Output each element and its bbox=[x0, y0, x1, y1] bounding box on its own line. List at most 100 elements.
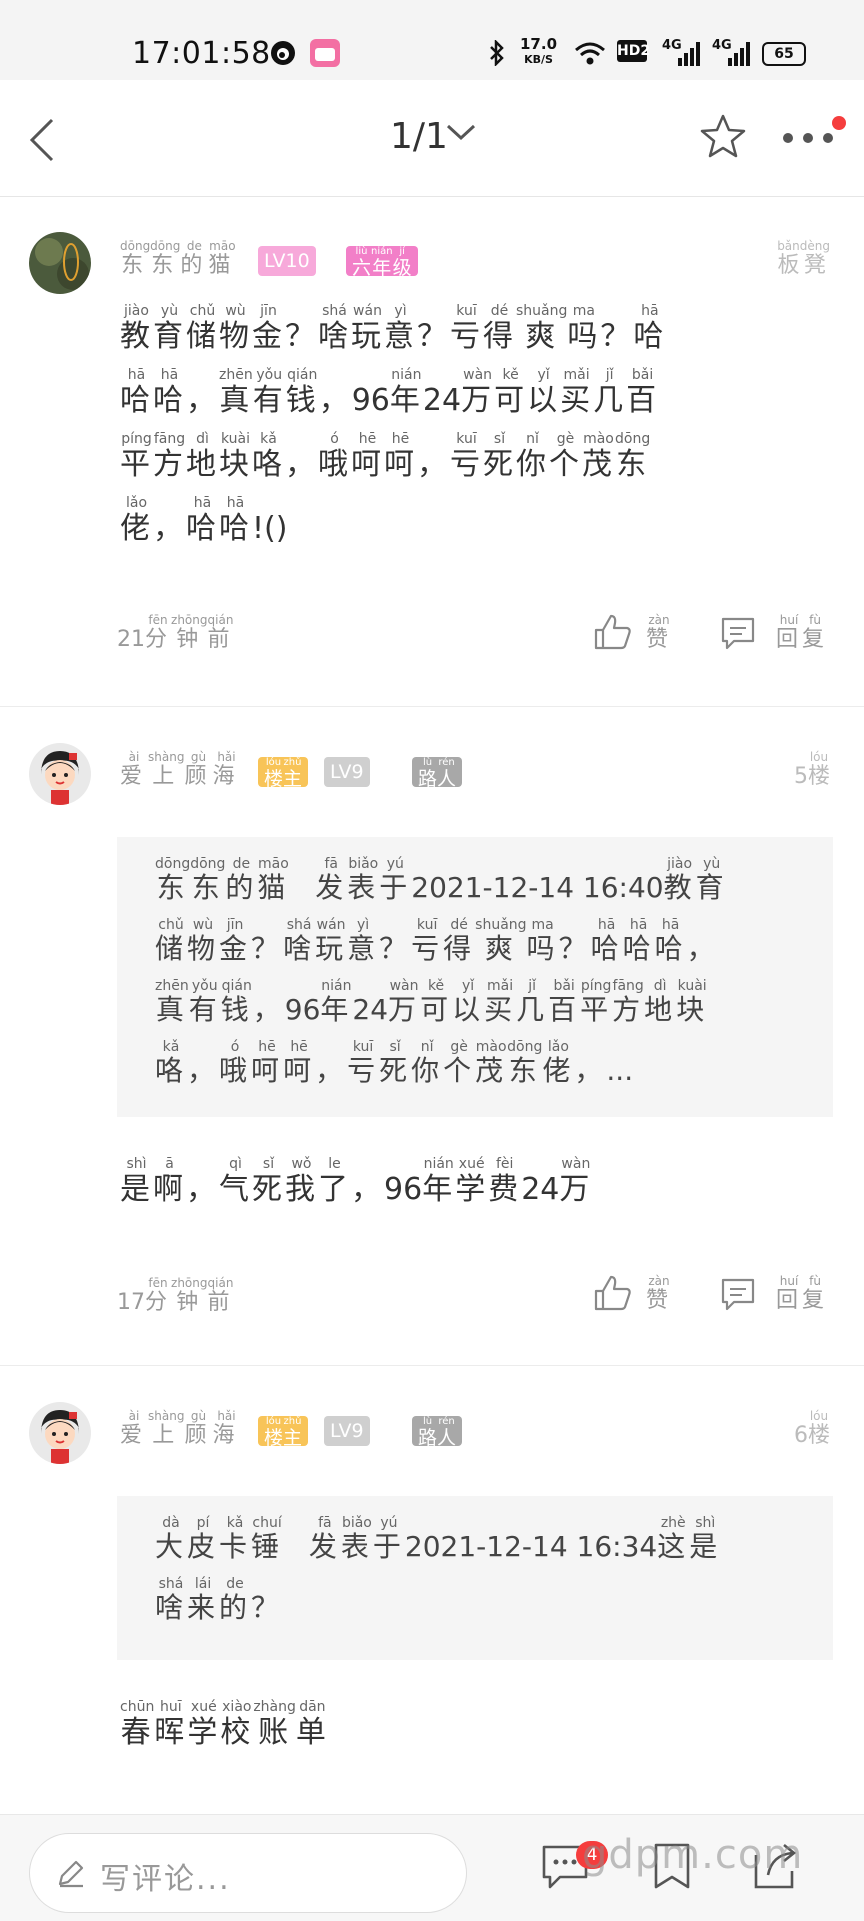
content-char: 哈hā bbox=[153, 367, 186, 418]
quote-char: 东dōng bbox=[155, 856, 191, 904]
quote-char: 锤chuí bbox=[251, 1515, 284, 1563]
pencil-icon bbox=[58, 1860, 84, 1888]
user-badge: LV9 bbox=[324, 757, 370, 787]
content-line: 佬lǎo，哈hā哈hā!() bbox=[120, 495, 780, 560]
quote-char: 得dé bbox=[443, 917, 476, 965]
quote-char: 表biǎo bbox=[347, 856, 380, 904]
more-icon[interactable] bbox=[782, 132, 838, 144]
quote-char: 教jiào bbox=[663, 856, 696, 904]
page-indicator[interactable]: 1/1 bbox=[390, 116, 448, 157]
back-icon[interactable] bbox=[24, 116, 64, 164]
avatar[interactable] bbox=[29, 232, 91, 294]
quote-char: 意yì bbox=[347, 917, 380, 965]
chevron-down-icon[interactable] bbox=[446, 122, 476, 142]
reply-button[interactable]: 回huí复fù bbox=[776, 613, 829, 653]
quoted-comment[interactable]: 大dà皮pí卡kǎ锤chuí 发fā表biǎo于yú2021-12-14 16:… bbox=[117, 1496, 833, 1660]
quote-char: 可kě bbox=[420, 978, 453, 1026]
content-char: ， bbox=[186, 383, 219, 418]
quote-char: 来lái bbox=[187, 1576, 220, 1624]
quote-char: 玩wán bbox=[315, 917, 348, 965]
quote-char: 这zhè bbox=[657, 1515, 690, 1563]
time-char: 分fēn bbox=[145, 613, 172, 652]
content-char: 晖huī bbox=[154, 1699, 188, 1750]
quote-char: 以yǐ bbox=[452, 978, 485, 1026]
quote-char: 万wàn bbox=[388, 978, 421, 1026]
quote-char bbox=[283, 1530, 309, 1563]
quote-line: 啥shá来lái的de？ bbox=[155, 1576, 795, 1638]
username[interactable]: 爱ài上shàng顾gù海hǎi bbox=[120, 750, 240, 790]
username-char: 爱ài bbox=[120, 1409, 149, 1448]
signal-icon bbox=[678, 42, 700, 66]
avatar[interactable] bbox=[29, 1402, 91, 1464]
user-badge: 路lù人rén bbox=[412, 757, 463, 790]
quote-char: 你nǐ bbox=[411, 1039, 444, 1087]
content-char: 校xiào bbox=[220, 1699, 254, 1750]
thumbs-up-icon[interactable] bbox=[594, 614, 632, 650]
content-char: 可kě bbox=[494, 367, 528, 418]
floor-label: 5楼lóu bbox=[794, 750, 830, 790]
quote-char: 96 bbox=[284, 993, 321, 1026]
username[interactable]: 东dōng东dōng的de猫māo bbox=[120, 239, 236, 279]
wifi-icon bbox=[575, 42, 605, 65]
comment-input[interactable]: 写评论... bbox=[29, 1833, 467, 1913]
quote-char: 于yú bbox=[379, 856, 412, 904]
notification-dot bbox=[832, 116, 846, 130]
content-char: 96 bbox=[351, 383, 390, 418]
quote-char: 钱qián bbox=[220, 978, 253, 1026]
content-char: 真zhēn bbox=[219, 367, 253, 418]
quote-char: 方fāng bbox=[612, 978, 645, 1026]
username[interactable]: 爱ài上shàng顾gù海hǎi bbox=[120, 1409, 240, 1449]
floor-number: 6 bbox=[793, 1423, 808, 1448]
thumbs-up-icon[interactable] bbox=[594, 1275, 632, 1311]
content-char: 哈hā bbox=[120, 367, 153, 418]
quote-char: ， bbox=[315, 1054, 348, 1087]
badge-char: 级jí bbox=[392, 246, 412, 279]
avatar[interactable] bbox=[29, 743, 91, 805]
content-char: !() bbox=[252, 511, 288, 546]
user-badge: 路lù人rén bbox=[412, 1416, 463, 1449]
badge-char: 六liù bbox=[352, 246, 372, 279]
username-char: 上shàng bbox=[148, 1409, 185, 1448]
reply-char: 回huí bbox=[776, 1274, 803, 1313]
content-char: 育yù bbox=[153, 303, 186, 354]
quote-char: 哈hā bbox=[654, 917, 687, 965]
content-char: 方fāng bbox=[153, 431, 186, 482]
quote-char: 几jǐ bbox=[516, 978, 549, 1026]
badge-char: 主zhǔ bbox=[283, 757, 303, 790]
quote-char: 块kuài bbox=[676, 978, 709, 1026]
badge-char: 楼lóu bbox=[264, 757, 284, 790]
content-char: 吗ma bbox=[567, 303, 601, 354]
username-char: 东dōng bbox=[150, 239, 181, 278]
quote-char: 亏kuī bbox=[411, 917, 444, 965]
quoted-text: 东dōng东dōng的de猫māo 发fā表biǎo于yú2021-12-14 … bbox=[155, 856, 795, 1101]
time-char: 钟zhōng bbox=[171, 1276, 208, 1315]
quote-char: 卡kǎ bbox=[219, 1515, 252, 1563]
quote-char: 的de bbox=[225, 856, 258, 904]
quote-char: 发fā bbox=[315, 856, 348, 904]
content-char: ， bbox=[285, 447, 318, 482]
like-button[interactable]: 赞zàn bbox=[646, 613, 672, 653]
content-char: 意yì bbox=[384, 303, 417, 354]
reply-icon[interactable] bbox=[720, 616, 756, 652]
reply-char: 复fù bbox=[802, 613, 829, 652]
content-char: 钱qián bbox=[285, 367, 319, 418]
quoted-comment[interactable]: 东dōng东dōng的de猫māo 发fā表biǎo于yú2021-12-14 … bbox=[117, 837, 833, 1117]
badge-char: 人rén bbox=[437, 1416, 457, 1449]
content-char: 个gè bbox=[549, 431, 582, 482]
content-char: ， bbox=[153, 511, 186, 546]
floor-label: 6楼lóu bbox=[793, 1409, 830, 1449]
comment-text: 是shì啊ā，气qì死sǐ我wǒ了le，96年nián学xué费fèi24万wà… bbox=[120, 1156, 780, 1221]
quote-char: 百bǎi bbox=[548, 978, 581, 1026]
content-char: ， bbox=[186, 1172, 219, 1207]
reply-button[interactable]: 回huí复fù bbox=[776, 1274, 828, 1314]
reply-icon[interactable] bbox=[720, 1277, 756, 1313]
content-char: 万wàn bbox=[559, 1156, 593, 1207]
like-button[interactable]: 赞zàn bbox=[646, 1274, 672, 1314]
content-char: 学xué bbox=[455, 1156, 489, 1207]
content-char: 春chūn bbox=[120, 1699, 155, 1750]
star-icon[interactable] bbox=[698, 112, 748, 162]
content-char: 得dé bbox=[483, 303, 516, 354]
quote-line: 储chǔ物wù金jīn？啥shá玩wán意yì？亏kuī得dé爽shuǎng吗m… bbox=[155, 917, 795, 979]
quote-char: 储chǔ bbox=[155, 917, 188, 965]
comment-time: 17分fēn钟zhōng前qián bbox=[117, 1276, 234, 1316]
